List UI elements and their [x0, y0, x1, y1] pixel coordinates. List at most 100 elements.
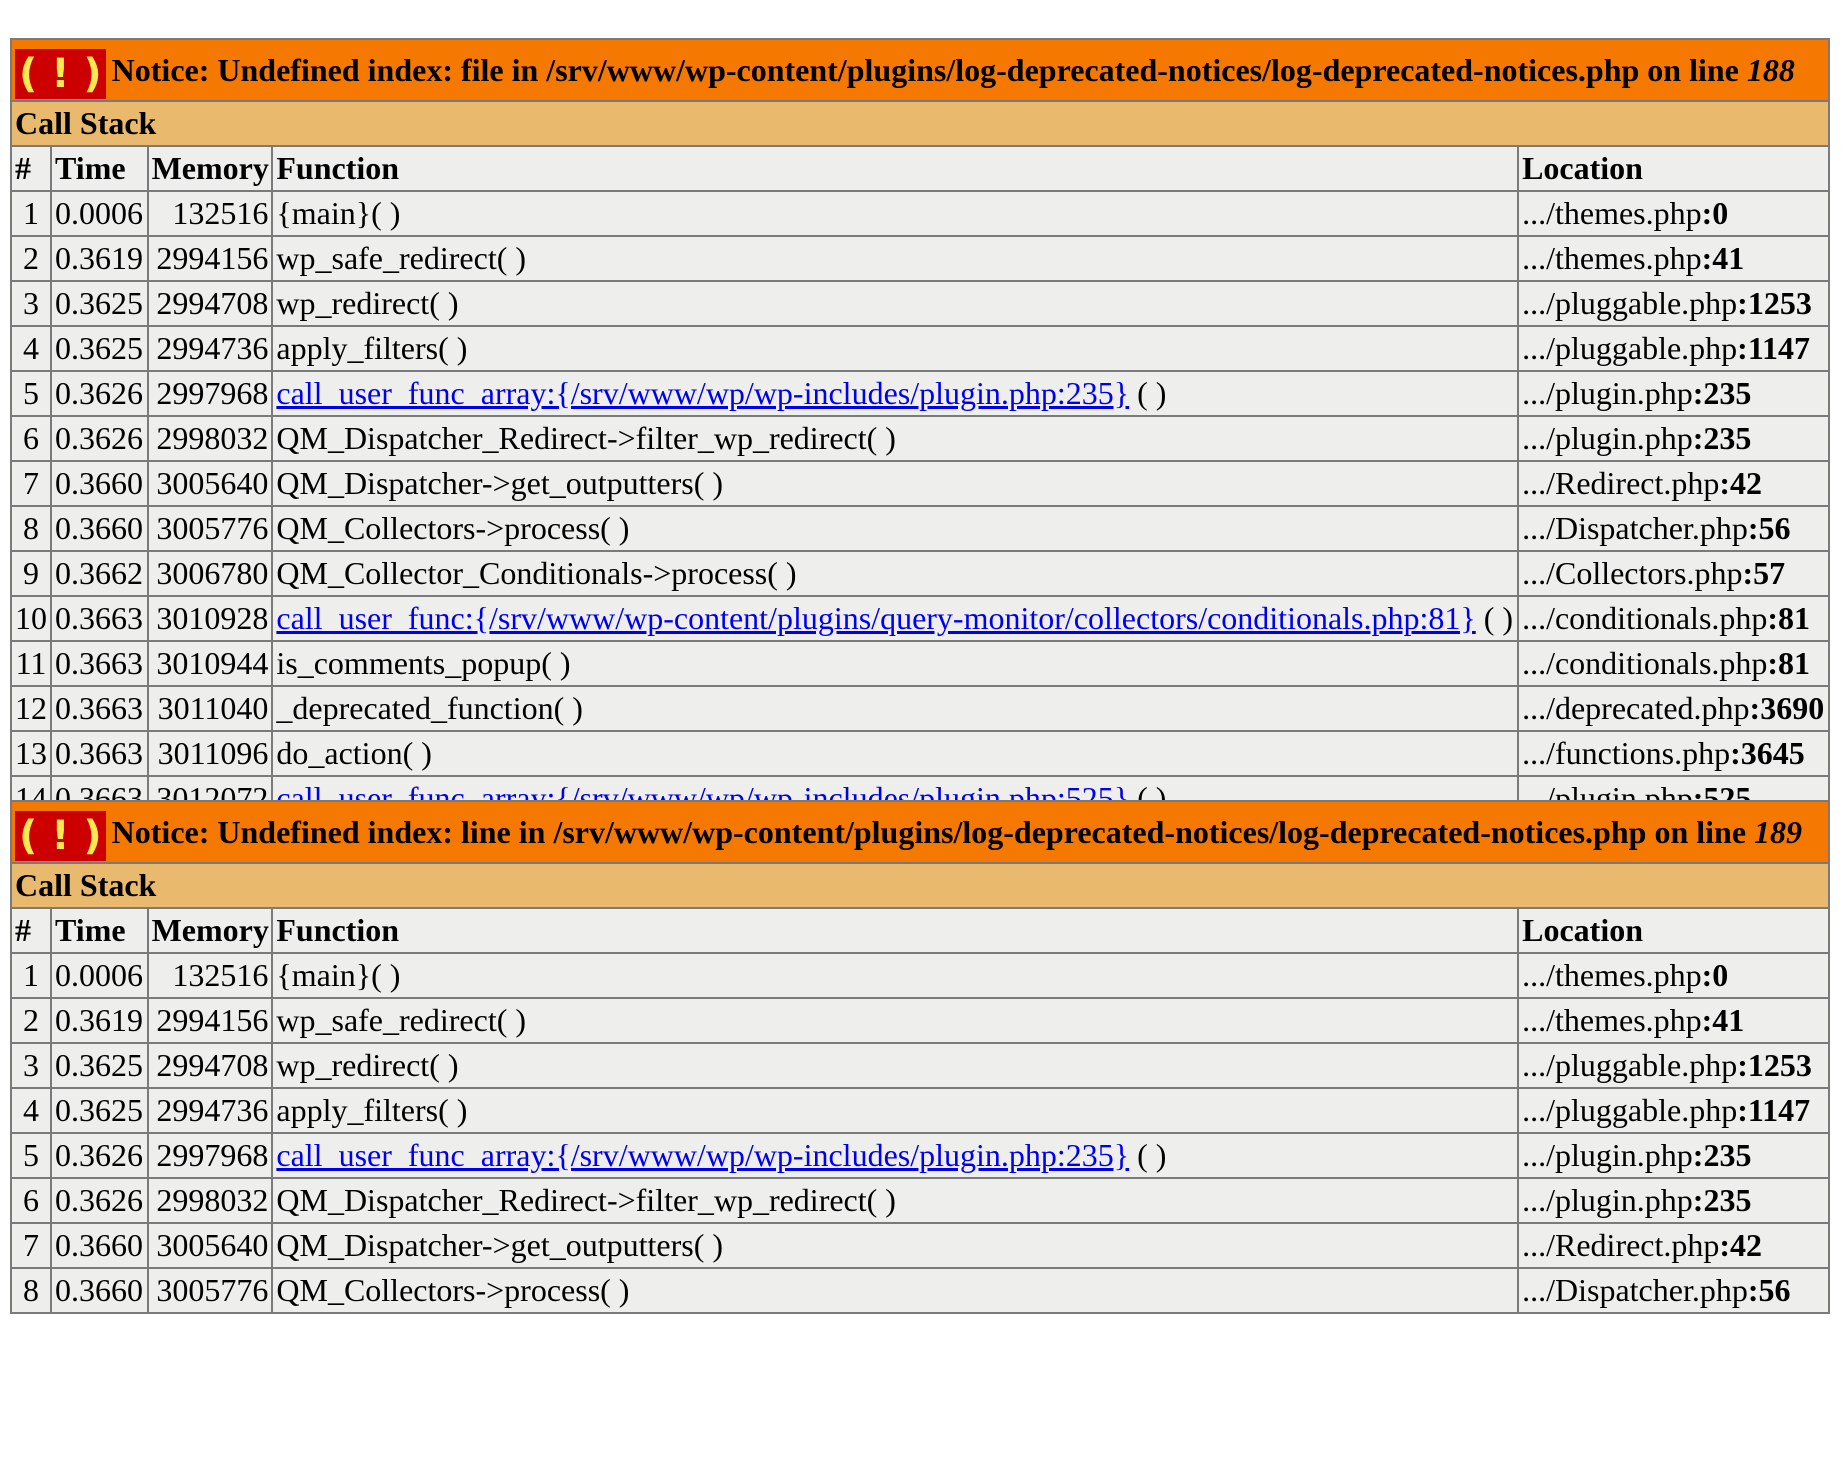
function-source-link[interactable]: call_user_func_array:{/srv/www/wp/wp-inc… [276, 1137, 1129, 1173]
location-file: .../Dispatcher.php [1522, 1272, 1748, 1308]
stack-location: .../Collectors.php:57 [1517, 550, 1830, 597]
column-headers: # Time Memory Function Location [9, 907, 1830, 954]
stack-time: 0.3663 [50, 685, 149, 732]
stack-location: .../pluggable.php:1147 [1517, 325, 1830, 372]
stack-time: 0.3660 [50, 505, 149, 552]
function-name: QM_Collectors->process( ) [276, 1272, 630, 1308]
stack-location: .../plugin.php:235 [1517, 370, 1830, 417]
stack-row: 10 0.3663 3010928 call_user_func:{/srv/www/… [9, 595, 1830, 642]
stack-memory: 132516 [146, 190, 274, 237]
location-separator: : [1692, 375, 1704, 411]
location-file: .../plugin.php [1522, 375, 1693, 411]
stack-memory: 132516 [146, 952, 274, 999]
stack-num: 5 [9, 1132, 53, 1179]
stack-function: QM_Dispatcher->get_outputters( ) [271, 460, 1520, 507]
stack-function: is_comments_popup( ) [271, 640, 1520, 687]
notice-line-number: 189 [1754, 814, 1803, 850]
stack-function: wp_safe_redirect( ) [271, 997, 1520, 1044]
stack-location: .../pluggable.php:1253 [1517, 280, 1830, 327]
stack-function: QM_Dispatcher_Redirect->filter_wp_redire… [271, 1177, 1520, 1224]
stack-location: .../Redirect.php:42 [1517, 460, 1830, 507]
location-file: .../pluggable.php [1522, 285, 1738, 321]
function-name: QM_Dispatcher_Redirect->filter_wp_redire… [276, 420, 896, 456]
stack-time: 0.0006 [50, 190, 149, 237]
stack-function: QM_Collectors->process( ) [271, 505, 1520, 552]
stack-memory: 3006780 [146, 550, 274, 597]
function-source-link[interactable]: call_user_func_array:{/srv/www/wp/wp-inc… [276, 375, 1129, 411]
stack-row: 8 0.3660 3005776 QM_Collectors->process( ).… [9, 505, 1830, 552]
stack-time: 0.3625 [50, 280, 149, 327]
stack-row: 7 0.3660 3005640 QM_Dispatcher->get_outputt… [9, 460, 1830, 507]
stack-row: 5 0.3626 2997968 call_user_func_array:{/srv… [9, 370, 1830, 417]
stack-location: .../functions.php:3645 [1517, 730, 1830, 777]
stack-function: QM_Dispatcher->get_outputters( ) [271, 1222, 1520, 1269]
stack-num: 6 [9, 415, 53, 462]
stack-num: 6 [9, 1177, 53, 1224]
location-separator: : [1719, 1227, 1731, 1263]
notice-message: Notice: Undefined index: file in /srv/ww… [111, 52, 1739, 88]
stack-memory: 3011040 [146, 685, 274, 732]
error-icon: ( ! ) [15, 48, 106, 99]
location-line: 235 [1703, 420, 1752, 456]
stack-num: 7 [9, 1222, 53, 1269]
function-name: QM_Collectors->process( ) [276, 510, 630, 546]
stack-location: .../Redirect.php:42 [1517, 1222, 1830, 1269]
call-stack-label: Call Stack [10, 100, 1830, 147]
stack-num: 3 [9, 1042, 53, 1089]
stack-time: 0.3626 [50, 370, 149, 417]
stack-time: 0.3625 [50, 1042, 149, 1089]
col-header-memory: Memory [146, 145, 274, 192]
stack-time: 0.3663 [50, 595, 149, 642]
stack-time: 0.3663 [50, 730, 149, 777]
stack-time: 0.3660 [50, 460, 149, 507]
stack-row: 3 0.3625 2994708 wp_redirect( ) .../pluggabl… [9, 1042, 1830, 1089]
location-line: 235 [1703, 1182, 1752, 1218]
col-header-memory: Memory [146, 907, 274, 954]
function-source-link[interactable]: call_user_func:{/srv/www/wp-content/plug… [276, 600, 1475, 636]
stack-row: 6 0.3626 2998032 QM_Dispatcher_Redirect->fi… [9, 1177, 1830, 1224]
location-separator: : [1692, 1137, 1704, 1173]
stack-function: QM_Dispatcher_Redirect->filter_wp_redire… [271, 415, 1520, 462]
stack-location: .../Dispatcher.php:56 [1517, 505, 1830, 552]
error-notice-table: ( ! ) Notice: Undefined index: file in /s… [9, 38, 1830, 867]
location-file: .../conditionals.php [1522, 645, 1768, 681]
location-file: .../themes.php [1522, 1002, 1702, 1038]
function-name: wp_safe_redirect( ) [276, 1002, 527, 1038]
location-separator: : [1701, 1002, 1713, 1038]
stack-location: .../plugin.php:235 [1517, 1132, 1830, 1179]
stack-row: 8 0.3660 3005776 QM_Collectors->process( ).… [9, 1267, 1830, 1314]
location-file: .../pluggable.php [1522, 1047, 1738, 1083]
stack-function: QM_Collector_Conditionals->process( ) [271, 550, 1520, 597]
stack-row: 2 0.3619 2994156 wp_safe_redirect( ) .../the… [9, 235, 1830, 282]
location-line: 235 [1703, 1137, 1752, 1173]
stack-location: .../conditionals.php:81 [1517, 640, 1830, 687]
location-line: 1147 [1747, 1092, 1811, 1128]
stack-row: 4 0.3625 2994736 apply_filters( ) .../plugga… [9, 1087, 1830, 1134]
stack-row: 2 0.3619 2994156 wp_safe_redirect( ) .../the… [9, 997, 1830, 1044]
stack-memory: 2994736 [146, 325, 274, 372]
notice-message-cell: ( ! ) Notice: Undefined index: file in /s… [10, 38, 1830, 102]
location-line: 56 [1758, 1272, 1791, 1308]
location-line: 3690 [1760, 690, 1825, 726]
col-header-location: Location [1517, 145, 1830, 192]
function-name: apply_filters( ) [276, 1092, 468, 1128]
stack-row: 9 0.3662 3006780 QM_Collector_Conditionals-… [9, 550, 1830, 597]
function-name: apply_filters( ) [276, 330, 468, 366]
stack-row: 12 0.3663 3011040 _deprecated_function( )..… [9, 685, 1830, 732]
stack-location: .../pluggable.php:1147 [1517, 1087, 1830, 1134]
column-headers: # Time Memory Function Location [9, 145, 1830, 192]
function-name: do_action( ) [276, 735, 432, 771]
stack-memory: 2998032 [146, 1177, 274, 1224]
stack-num: 2 [9, 997, 53, 1044]
notice-header: ( ! ) Notice: Undefined index: line in /s… [10, 800, 1830, 864]
stack-function: _deprecated_function( ) [271, 685, 1520, 732]
stack-num: 12 [9, 685, 53, 732]
stack-time: 0.3626 [50, 1177, 149, 1224]
stack-time: 0.3619 [50, 235, 149, 282]
function-name: ( ) [1475, 600, 1514, 636]
stack-num: 10 [9, 595, 53, 642]
stack-num: 7 [9, 460, 53, 507]
call-stack-header: Call Stack [10, 862, 1830, 909]
stack-memory: 2994708 [146, 280, 274, 327]
notice-line-number: 188 [1746, 52, 1795, 88]
